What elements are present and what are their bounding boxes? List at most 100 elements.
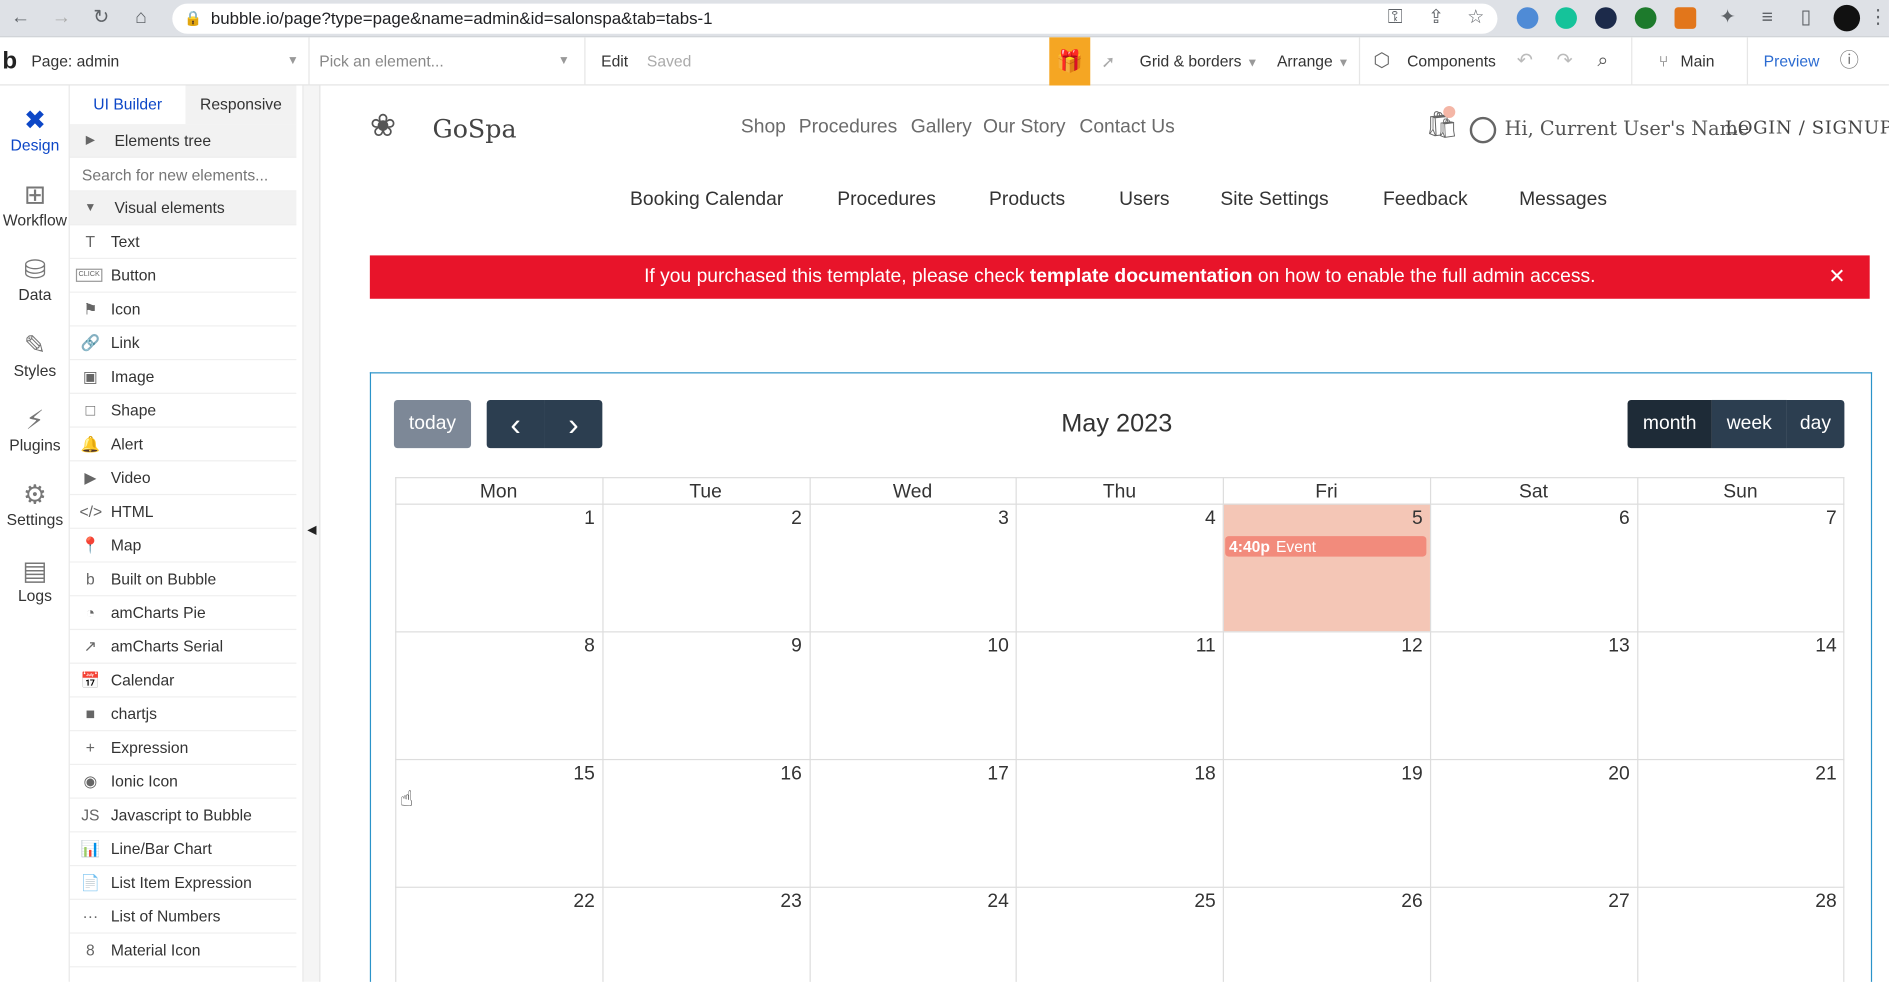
banner-doc-link[interactable]: template documentation <box>1030 266 1253 286</box>
day-cell[interactable]: 6 <box>1430 504 1637 632</box>
undo-icon[interactable]: ↶ <box>1517 37 1533 85</box>
nav-plugins[interactable]: ⚡ Plugins <box>0 395 70 470</box>
extension-icon[interactable] <box>1634 7 1657 29</box>
visual-elements-toggle[interactable]: ▼ Visual elements <box>69 191 297 226</box>
day-cell[interactable]: 12 <box>1223 631 1430 759</box>
nav-workflow[interactable]: ⊞ Workflow <box>0 170 70 245</box>
day-cell[interactable]: 18 <box>1016 759 1223 887</box>
back-icon[interactable]: ← <box>7 5 34 32</box>
element-item[interactable]: 📊 Line/Bar Chart <box>69 832 297 867</box>
element-item[interactable]: b Built on Bubble <box>69 563 297 597</box>
reload-icon[interactable]: ↻ <box>88 5 115 32</box>
day-cell[interactable]: 25 <box>1016 887 1223 982</box>
month-view-button[interactable]: month <box>1627 399 1712 449</box>
element-item[interactable]: ··· List of Numbers <box>69 900 297 934</box>
element-item[interactable]: 🔔 Alert <box>69 428 297 462</box>
nav-data[interactable]: ⛁ Data <box>0 245 70 320</box>
branch-selector[interactable]: Main <box>1681 37 1715 85</box>
page-selector[interactable]: Page: admin ▼ <box>31 37 301 85</box>
element-picker[interactable]: Pick an element... ▼ <box>319 37 572 85</box>
tab-users[interactable]: Users <box>1119 189 1169 211</box>
extension-icon[interactable] <box>1595 7 1617 29</box>
tab-responsive[interactable]: Responsive <box>185 85 297 125</box>
element-item[interactable]: 📄 List Item Expression <box>69 866 297 900</box>
nav-styles[interactable]: ✎ Styles <box>0 320 70 395</box>
next-button[interactable]: › <box>544 399 603 449</box>
day-cell[interactable]: 27 <box>1430 887 1637 982</box>
bubble-logo-icon[interactable]: b <box>2 37 17 85</box>
day-cell[interactable]: 17 <box>809 759 1016 887</box>
element-item[interactable]: ◉ Ionic Icon <box>69 765 297 799</box>
day-cell[interactable]: 4 <box>1016 504 1223 632</box>
star-icon[interactable]: ☆ <box>1463 5 1490 32</box>
day-cell[interactable]: 14 <box>1637 631 1844 759</box>
day-cell[interactable]: 22 <box>395 887 602 982</box>
day-cell[interactable]: 11 <box>1016 631 1223 759</box>
element-item[interactable]: + Expression <box>69 731 297 765</box>
day-view-button[interactable]: day <box>1786 399 1845 449</box>
day-cell[interactable]: 16 <box>602 759 809 887</box>
lotus-logo-icon[interactable]: ❀ <box>370 107 421 148</box>
topnav-procedures[interactable]: Procedures <box>799 117 898 139</box>
grid-borders-menu[interactable]: Grid & borders ▼ <box>1140 37 1259 85</box>
element-item[interactable]: 📅 Calendar <box>69 664 297 698</box>
login-link[interactable]: LOGIN <box>1725 117 1792 139</box>
day-cell[interactable]: 26 <box>1223 887 1430 982</box>
search-icon[interactable]: ⌕ <box>1597 37 1608 85</box>
element-item[interactable]: CLICK Button <box>69 259 297 293</box>
element-item[interactable]: </> HTML <box>69 495 297 529</box>
nav-logs[interactable]: ▤ Logs <box>0 546 70 621</box>
day-cell[interactable]: 9 <box>602 631 809 759</box>
elements-tree-toggle[interactable]: ▶ Elements tree <box>69 124 297 158</box>
element-item[interactable]: ◔ amCharts Pie <box>69 596 297 631</box>
day-cell[interactable]: 2 <box>602 504 809 632</box>
home-icon[interactable]: ⌂ <box>128 5 155 32</box>
tab-products[interactable]: Products <box>989 189 1065 211</box>
close-icon[interactable]: ✕ <box>1828 255 1845 298</box>
components-button[interactable]: Components <box>1407 37 1496 85</box>
element-item[interactable]: 📍 Map <box>69 529 297 563</box>
day-cell[interactable]: 20 <box>1430 759 1637 887</box>
user-icon[interactable] <box>1469 116 1497 144</box>
element-item[interactable]: ↗ amCharts Serial <box>69 630 297 664</box>
element-item[interactable]: 🔗 Link <box>69 326 297 361</box>
element-item[interactable]: 8 Material Icon <box>69 934 297 968</box>
preview-button[interactable]: Preview <box>1764 37 1820 85</box>
list-icon[interactable]: ≡ <box>1754 5 1781 32</box>
element-item[interactable]: JS Javascript to Bubble <box>69 799 297 833</box>
element-item[interactable]: T Text <box>69 225 297 260</box>
tab-feedback[interactable]: Feedback <box>1383 189 1468 211</box>
topnav-contact-us[interactable]: Contact Us <box>1079 117 1174 139</box>
prev-button[interactable]: ‹ <box>486 399 545 449</box>
puzzle-icon[interactable]: ✦ <box>1714 5 1741 32</box>
topnav-gallery[interactable]: Gallery <box>911 117 972 139</box>
day-cell[interactable]: 3 <box>809 504 1016 632</box>
help-icon[interactable]: ⓘ <box>1840 37 1859 85</box>
tab-messages[interactable]: Messages <box>1519 189 1607 211</box>
site-logo[interactable]: GoSpa <box>432 114 516 143</box>
day-cell[interactable]: 1 <box>395 504 602 632</box>
panel-collapse-bar[interactable]: ◀ <box>303 85 321 982</box>
redo-icon[interactable]: ↷ <box>1556 37 1572 85</box>
day-cell[interactable]: 19 <box>1223 759 1430 887</box>
day-cell[interactable]: 23 <box>602 887 809 982</box>
tab-site-settings[interactable]: Site Settings <box>1220 189 1328 211</box>
today-button[interactable]: today <box>393 399 472 449</box>
topnav-shop[interactable]: Shop <box>741 117 786 139</box>
element-item[interactable]: ▣ Image <box>69 360 297 394</box>
address-bar[interactable]: 🔒 bubble.io/page?type=page&name=admin&id… <box>172 3 1498 34</box>
nav-design[interactable]: ✖ Design <box>0 95 70 170</box>
extension-icon[interactable] <box>1516 7 1539 29</box>
grammarly-icon[interactable] <box>1555 7 1577 29</box>
menu-icon[interactable]: ⋮ <box>1865 5 1889 32</box>
gift-icon[interactable]: 🎁 <box>1049 37 1091 86</box>
arrange-menu[interactable]: Arrange ▼ <box>1277 37 1349 85</box>
element-search-input[interactable] <box>81 162 287 187</box>
share-icon[interactable]: ⇪ <box>1423 5 1450 32</box>
edit-button[interactable]: Edit <box>601 37 628 85</box>
metamask-icon[interactable] <box>1674 7 1697 29</box>
element-search[interactable] <box>69 158 297 192</box>
day-cell[interactable]: 5 4:40p Event <box>1222 503 1430 632</box>
day-cell[interactable]: 21 <box>1637 759 1844 887</box>
topnav-our-story[interactable]: Our Story <box>983 117 1065 139</box>
